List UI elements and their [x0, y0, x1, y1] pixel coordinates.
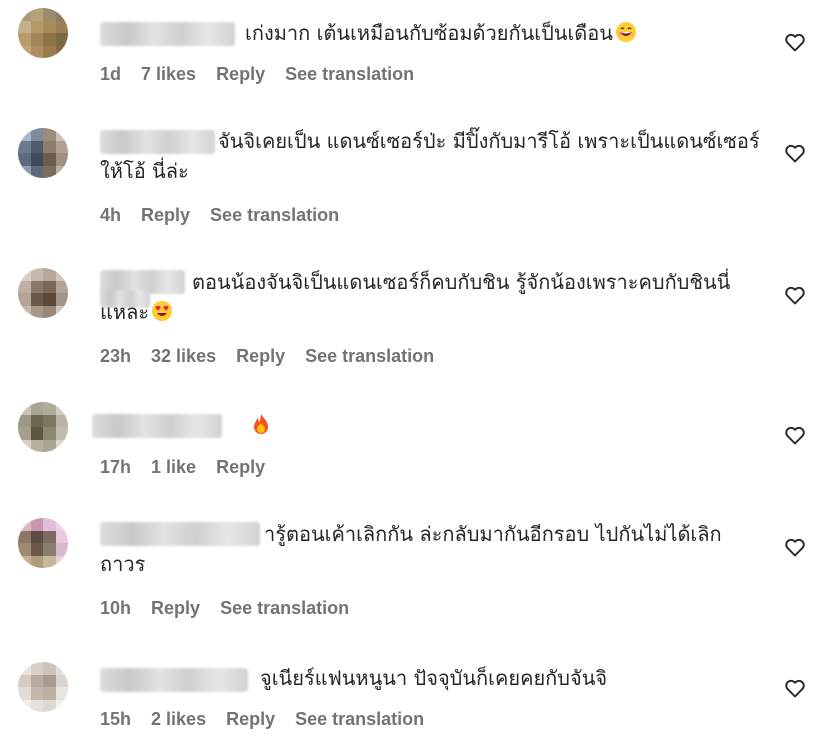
timestamp: 1d — [100, 64, 122, 84]
comment-meta: 10h Reply See translation — [100, 598, 369, 619]
see-translation-link[interactable]: See translation — [210, 205, 339, 225]
see-translation-link[interactable]: See translation — [220, 598, 349, 618]
avatar[interactable] — [18, 268, 68, 318]
comment-text: เก่งมาก เต้นเหมือนกับซ้อมด้วยกันเป็นเดือ… — [100, 18, 760, 48]
heart-icon[interactable] — [783, 141, 807, 165]
see-translation-link[interactable]: See translation — [295, 709, 424, 729]
avatar[interactable] — [18, 402, 68, 452]
reply-button[interactable]: Reply — [151, 598, 200, 618]
reply-button[interactable]: Reply — [216, 64, 265, 84]
heart-icon[interactable] — [783, 423, 807, 447]
comment-text: จันจิเคยเป็น แดนซ์เซอร์ป่ะ มีปิ๊งกับมารี… — [100, 129, 760, 183]
comment-meta: 15h 2 likes Reply See translation — [100, 709, 444, 730]
comment-text: ตอนน้องจันจิเป็นแดนเซอร์ก็คบกับชิน รู้จั… — [100, 270, 731, 324]
grinning-face-emoji — [615, 22, 636, 42]
avatar[interactable] — [18, 8, 68, 58]
likes-count[interactable]: 1 like — [151, 457, 196, 477]
reply-button[interactable]: Reply — [141, 205, 190, 225]
heart-eyes-emoji — [152, 301, 173, 321]
comment-meta: 17h 1 like Reply — [100, 457, 285, 478]
avatar[interactable] — [18, 662, 68, 712]
timestamp: 4h — [100, 205, 122, 225]
comment-meta: 1d 7 likes Reply See translation — [100, 64, 434, 85]
reply-button[interactable]: Reply — [226, 709, 275, 729]
likes-count[interactable]: 2 likes — [151, 709, 206, 729]
fire-emoji — [254, 414, 268, 434]
see-translation-link[interactable]: See translation — [305, 346, 434, 366]
comment-text — [100, 410, 760, 440]
likes-count[interactable]: 32 likes — [151, 346, 216, 366]
reply-button[interactable]: Reply — [216, 457, 265, 477]
comment-text: จูเนียร์แฟนหนูนา ปัจจุบันก็เคยคยกับจันจิ — [260, 666, 608, 690]
heart-icon[interactable] — [783, 676, 807, 700]
comment-text: ารู้ตอนเค้าเลิกกัน ล่ะกลับมากันอีกรอบ ไป… — [100, 522, 722, 576]
reply-button[interactable]: Reply — [236, 346, 285, 366]
see-translation-link[interactable]: See translation — [285, 64, 414, 84]
likes-count[interactable]: 7 likes — [141, 64, 196, 84]
timestamp: 10h — [100, 598, 132, 618]
timestamp: 23h — [100, 346, 132, 366]
timestamp: 17h — [100, 457, 132, 477]
heart-icon[interactable] — [783, 30, 807, 54]
heart-icon[interactable] — [783, 535, 807, 559]
avatar[interactable] — [18, 518, 68, 568]
avatar[interactable] — [18, 128, 68, 178]
heart-icon[interactable] — [783, 283, 807, 307]
timestamp: 15h — [100, 709, 132, 729]
comment-meta: 23h 32 likes Reply See translation — [100, 346, 454, 367]
comment-meta: 4h Reply See translation — [100, 205, 359, 226]
